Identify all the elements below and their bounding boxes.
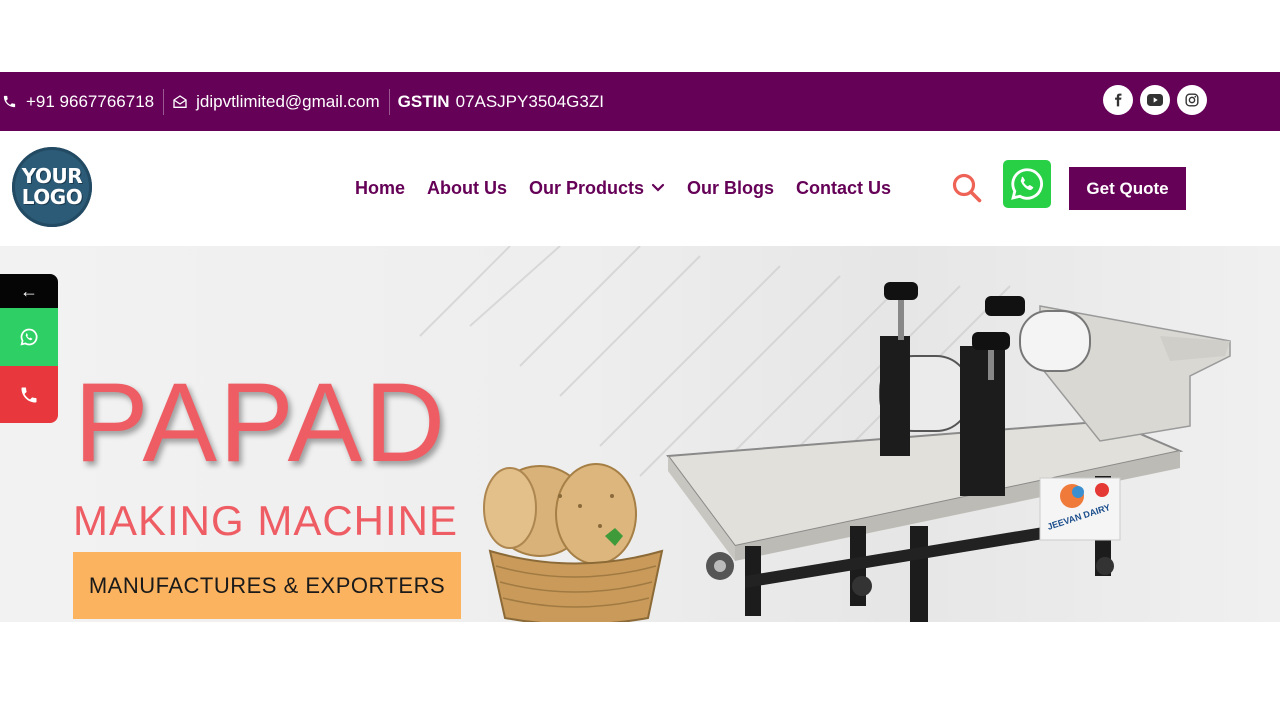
arrow-left-icon: ← xyxy=(20,280,38,301)
divider xyxy=(388,88,390,115)
get-quote-button[interactable]: Get Quote xyxy=(1069,167,1186,210)
top-contact-bar: +91 9667766718 jdipvtlimited@gmail.com G… xyxy=(0,72,1280,131)
side-whatsapp-button[interactable] xyxy=(0,308,58,366)
nav-our-blogs[interactable]: Our Blogs xyxy=(687,178,774,199)
email-address: jdipvtlimited@gmail.com xyxy=(196,91,380,111)
youtube-icon[interactable] xyxy=(1140,85,1170,115)
email-contact[interactable]: jdipvtlimited@gmail.com xyxy=(172,72,380,131)
main-nav: Home About Us Our Products Our Blogs Con… xyxy=(355,175,913,201)
gstin-info: GSTIN 07ASJPY3504G3ZI xyxy=(398,72,604,131)
nav-about-us[interactable]: About Us xyxy=(427,178,507,199)
machine-illustration xyxy=(666,282,1231,622)
envelope-icon xyxy=(173,94,187,108)
facebook-icon[interactable] xyxy=(1103,85,1133,115)
phone-icon xyxy=(3,95,16,108)
hero-banner: PAPAD MAKING MACHINE MANUFACTURES & EXPO… xyxy=(0,246,1280,622)
search-icon[interactable] xyxy=(951,172,983,209)
divider xyxy=(163,88,165,115)
nav-our-products-label: Our Products xyxy=(529,177,645,198)
hero-title: PAPAD xyxy=(74,360,448,485)
hero-badge: MANUFACTURES & EXPORTERS xyxy=(73,552,461,619)
whatsapp-button[interactable] xyxy=(1003,160,1051,208)
gstin-value: 07ASJPY3504G3ZI xyxy=(455,91,604,111)
site-logo[interactable]: YOUR LOGO xyxy=(12,147,92,227)
phone-number: +91 9667766718 xyxy=(26,91,155,111)
site-header: YOUR LOGO Home About Us Our Products Our… xyxy=(0,131,1280,246)
collapse-button[interactable]: ← xyxy=(0,274,58,308)
hero-subtitle: MAKING MACHINE xyxy=(73,497,459,544)
instagram-icon[interactable] xyxy=(1177,85,1207,115)
logo-line2: LOGO xyxy=(21,185,83,209)
nav-contact-us[interactable]: Contact Us xyxy=(796,178,891,199)
phone-icon xyxy=(21,387,37,402)
nav-home[interactable]: Home xyxy=(355,178,405,199)
whatsapp-icon xyxy=(20,328,38,346)
gstin-label: GSTIN xyxy=(397,91,450,111)
social-links xyxy=(1103,85,1207,115)
side-call-button[interactable] xyxy=(0,366,58,423)
chevron-down-icon xyxy=(651,183,665,192)
phone-contact[interactable]: +91 9667766718 xyxy=(0,72,154,131)
whatsapp-icon xyxy=(1011,168,1043,200)
nav-our-products[interactable]: Our Products xyxy=(529,178,665,199)
floating-contact-buttons: ← xyxy=(0,274,58,423)
logo-line1: YOUR xyxy=(21,164,83,188)
papad-basket xyxy=(483,463,664,622)
